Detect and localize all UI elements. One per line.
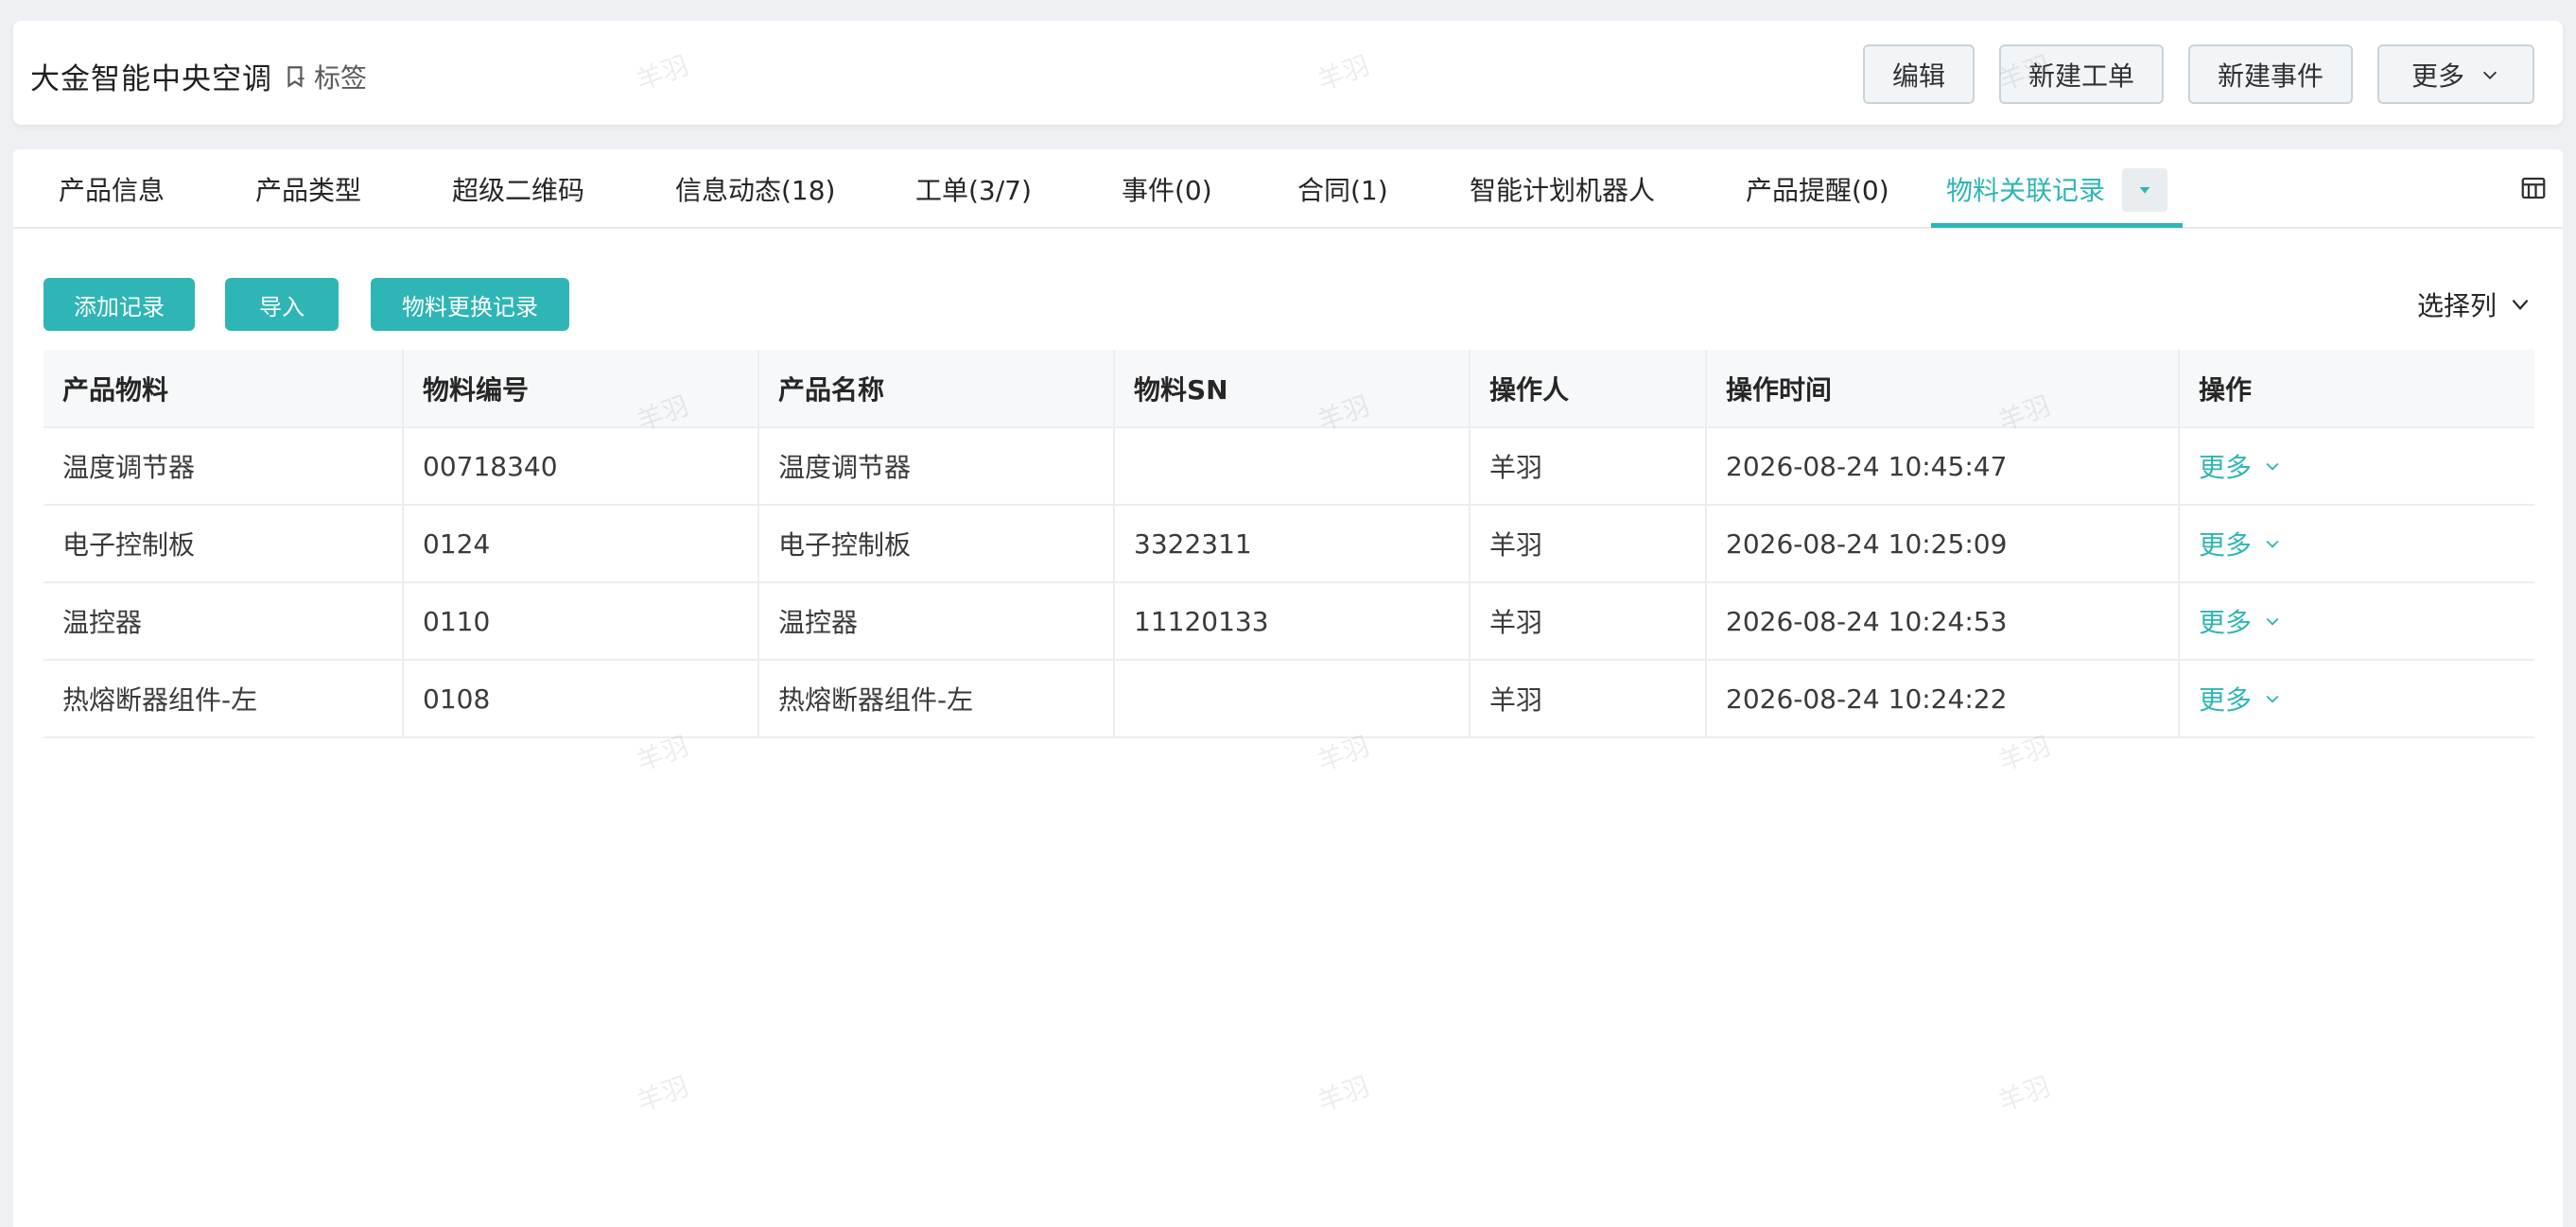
tab-info-feed[interactable]: 信息动态(18) [675, 149, 835, 229]
cell-time: 2026-08-24 10:25:09 [1706, 505, 2180, 583]
tab-more-dropdown[interactable] [2122, 168, 2167, 212]
new-event-button[interactable]: 新建事件 [2188, 44, 2353, 104]
column-header[interactable]: 物料SN [1114, 350, 1471, 428]
cell-material: 电子控制板 [44, 505, 404, 583]
add-record-button[interactable]: 添加记录 [44, 278, 195, 331]
import-button[interactable]: 导入 [225, 278, 339, 331]
table-header-row: 产品物料 物料编号 产品名称 物料SN 操作人 操作时间 操作 [44, 350, 2534, 428]
more-button[interactable]: 更多 [2377, 44, 2534, 104]
cell-material: 热熔断器组件-左 [44, 660, 404, 738]
more-button-label: 更多 [2411, 60, 2464, 92]
row-more-link[interactable]: 更多 [2199, 447, 2282, 485]
cell-action: 更多 [2179, 505, 2534, 583]
tag-button[interactable]: 标签 [284, 58, 367, 95]
caret-down-icon [2139, 187, 2150, 194]
material-records-table: 产品物料 物料编号 产品名称 物料SN 操作人 操作时间 操作 温度调节器 00… [44, 350, 2534, 738]
tab-events[interactable]: 事件(0) [1122, 149, 1212, 229]
column-header[interactable]: 操作人 [1470, 350, 1707, 428]
column-header[interactable]: 产品名称 [758, 350, 1115, 428]
cell-sn: 3322311 [1114, 505, 1471, 583]
table-row[interactable]: 温控器 0110 温控器 11120133 羊羽 2026-08-24 10:2… [44, 582, 2534, 661]
cell-sn: 11120133 [1114, 582, 1471, 661]
select-columns-label: 选择列 [2417, 290, 2498, 321]
cell-product: 电子控制板 [758, 505, 1115, 583]
tab-product-reminders[interactable]: 产品提醒(0) [1746, 149, 1889, 229]
tag-label: 标签 [314, 61, 368, 94]
cell-sn [1114, 660, 1471, 738]
cell-material: 温度调节器 [44, 427, 404, 506]
active-tab-indicator [1931, 223, 2183, 228]
table-row[interactable]: 热熔断器组件-左 0108 热熔断器组件-左 羊羽 2026-08-24 10:… [44, 660, 2534, 738]
chevron-down-icon [2266, 462, 2279, 471]
cell-material: 温控器 [44, 582, 404, 661]
column-header: 操作 [2179, 350, 2534, 428]
row-more-link[interactable]: 更多 [2199, 525, 2282, 562]
cell-time: 2026-08-24 10:24:22 [1706, 660, 2180, 738]
header-card [13, 21, 2563, 125]
row-more-label: 更多 [2199, 607, 2253, 638]
material-replace-record-button[interactable]: 物料更换记录 [371, 278, 569, 331]
tab-smart-plan-robot[interactable]: 智能计划机器人 [1470, 149, 1655, 229]
cell-code: 0110 [403, 582, 759, 661]
tab-product-type[interactable]: 产品类型 [255, 149, 361, 229]
chevron-down-icon [2482, 71, 2498, 79]
tab-material-records[interactable]: 物料关联记录 [1946, 149, 2105, 229]
select-columns-button[interactable]: 选择列 [2417, 284, 2532, 325]
bookmark-icon [287, 65, 305, 88]
column-header[interactable]: 物料编号 [403, 350, 759, 428]
cell-operator: 羊羽 [1470, 505, 1707, 583]
cell-code: 0124 [403, 505, 759, 583]
tab-bar: 产品信息 产品类型 超级二维码 信息动态(18) 工单(3/7) 事件(0) 合… [13, 149, 2563, 229]
title-bar: 大金智能中央空调 标签 [30, 55, 367, 97]
chevron-down-icon [2266, 617, 2279, 626]
row-more-label: 更多 [2199, 529, 2253, 561]
tab-super-qrcode[interactable]: 超级二维码 [452, 149, 584, 229]
cell-product: 温度调节器 [758, 427, 1115, 506]
edit-button[interactable]: 编辑 [1863, 44, 1975, 104]
column-header[interactable]: 操作时间 [1706, 350, 2180, 428]
chevron-down-icon [2512, 299, 2529, 310]
cell-code: 0108 [403, 660, 759, 738]
cell-product: 热熔断器组件-左 [758, 660, 1115, 738]
cell-sn [1114, 427, 1471, 506]
cell-operator: 羊羽 [1470, 427, 1707, 506]
chevron-down-icon [2266, 695, 2279, 703]
layout-icon[interactable] [2519, 174, 2548, 202]
cell-code: 00718340 [403, 427, 759, 506]
row-more-link[interactable]: 更多 [2199, 602, 2282, 640]
page-title: 大金智能中央空调 [30, 62, 272, 96]
row-more-link[interactable]: 更多 [2199, 680, 2282, 717]
row-more-label: 更多 [2199, 684, 2253, 716]
chevron-down-icon [2266, 540, 2279, 548]
table-row[interactable]: 电子控制板 0124 电子控制板 3322311 羊羽 2026-08-24 1… [44, 505, 2534, 583]
cell-time: 2026-08-24 10:45:47 [1706, 427, 2180, 506]
cell-product: 温控器 [758, 582, 1115, 661]
cell-action: 更多 [2179, 660, 2534, 738]
tab-contracts[interactable]: 合同(1) [1297, 149, 1388, 229]
table-row[interactable]: 温度调节器 00718340 温度调节器 羊羽 2026-08-24 10:45… [44, 427, 2534, 506]
row-more-label: 更多 [2199, 452, 2253, 483]
cell-action: 更多 [2179, 427, 2534, 506]
cell-operator: 羊羽 [1470, 582, 1707, 661]
cell-time: 2026-08-24 10:24:53 [1706, 582, 2180, 661]
cell-action: 更多 [2179, 582, 2534, 661]
column-header[interactable]: 产品物料 [44, 350, 404, 428]
tab-product-info[interactable]: 产品信息 [59, 149, 165, 229]
tab-work-orders[interactable]: 工单(3/7) [915, 149, 1032, 229]
new-work-order-button[interactable]: 新建工单 [1999, 44, 2164, 104]
cell-operator: 羊羽 [1470, 660, 1707, 738]
